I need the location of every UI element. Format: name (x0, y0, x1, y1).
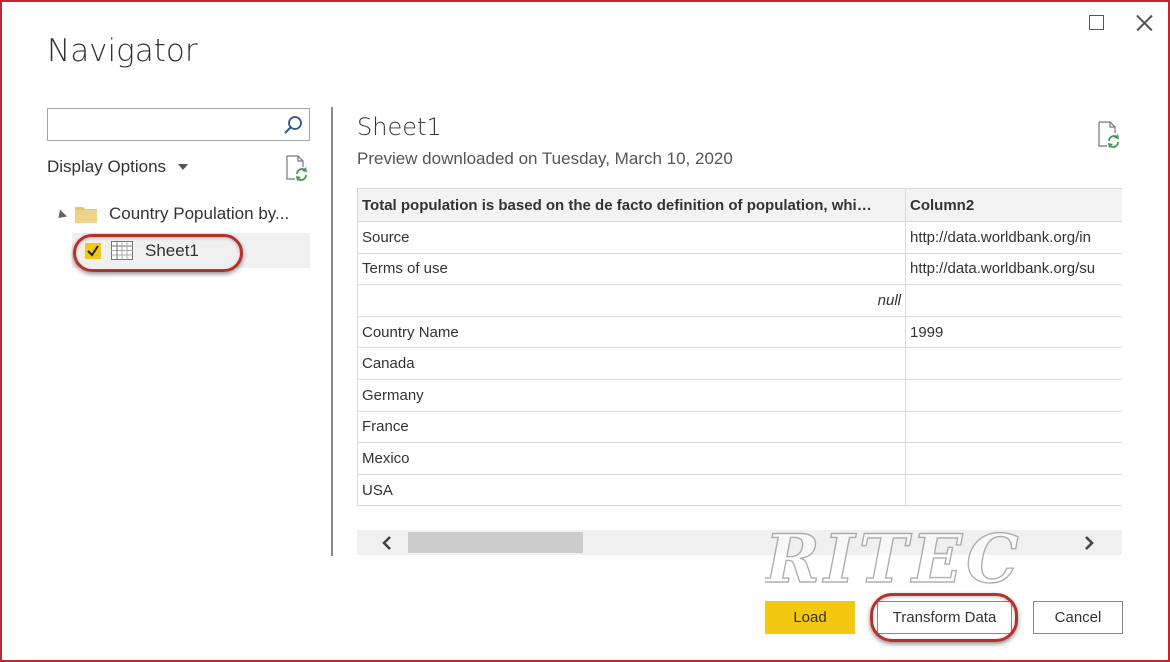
refresh-icon[interactable] (1096, 121, 1120, 148)
column-header[interactable]: Total population is based on the de fact… (357, 188, 906, 222)
scrollbar-thumb[interactable] (408, 532, 583, 553)
display-options-label: Display Options (47, 157, 167, 176)
expand-triangle-icon[interactable] (54, 208, 68, 222)
table-header-row: Total population is based on the de fact… (357, 188, 1122, 222)
table-cell: Terms of use (357, 252, 906, 286)
folder-icon (75, 207, 97, 223)
table-cell: Country Name (357, 315, 906, 349)
table-cell: Source (357, 221, 906, 254)
table-cell: Canada (357, 347, 906, 380)
sheet1-checkbox[interactable] (85, 243, 101, 259)
table-row: France (357, 410, 1122, 444)
tree-item-sheet1[interactable]: Sheet1 (72, 233, 310, 268)
table-row: Mexico (357, 442, 1122, 475)
maximize-button[interactable] (1083, 10, 1109, 36)
preview-table: Total population is based on the de fact… (357, 188, 1122, 506)
table-cell: France (357, 410, 906, 444)
search-input[interactable] (48, 109, 278, 140)
table-cell: USA (357, 473, 906, 506)
transform-data-button[interactable]: Transform Data (877, 601, 1012, 634)
table-cell (905, 442, 1122, 475)
folder-label: Country Population by... (109, 204, 290, 223)
chevron-right-icon[interactable] (1081, 535, 1097, 551)
cancel-button[interactable]: Cancel (1033, 601, 1123, 634)
preview-subtitle: Preview downloaded on Tuesday, March 10,… (357, 149, 733, 168)
preview-title: Sheet1 (357, 113, 442, 141)
preview-grid[interactable]: Total population is based on the de fact… (357, 188, 1122, 506)
table-cell (905, 378, 1122, 412)
table-row: USA (357, 473, 1122, 506)
table-row: Terms of use http://data.worldbank.org/s… (357, 252, 1122, 286)
table-cell (905, 410, 1122, 444)
table-icon (111, 241, 133, 260)
table-row: Country Name 1999 (357, 315, 1122, 349)
display-options-dropdown[interactable]: Display Options (47, 157, 189, 177)
close-button[interactable] (1131, 10, 1157, 36)
table-row: Canada (357, 347, 1122, 380)
maximize-icon (1089, 15, 1104, 30)
table-cell: http://data.worldbank.org/in (905, 221, 1122, 254)
table-cell: http://data.worldbank.org/su (905, 252, 1122, 286)
refresh-icon[interactable] (284, 155, 308, 181)
sheet1-label: Sheet1 (145, 241, 199, 260)
table-cell: Germany (357, 378, 906, 412)
search-box[interactable] (47, 108, 310, 141)
table-row: Germany (357, 378, 1122, 412)
table-cell-null: null (357, 284, 906, 317)
checkmark-icon (87, 245, 99, 257)
pane-splitter[interactable] (331, 107, 333, 556)
chevron-down-icon (178, 164, 189, 170)
table-row: Source http://data.worldbank.org/in (357, 221, 1122, 254)
tree-folder-item[interactable]: Country Population by... (54, 201, 290, 227)
search-icon[interactable] (283, 115, 303, 135)
table-cell (905, 473, 1122, 506)
horizontal-scrollbar[interactable] (357, 530, 1122, 555)
load-button[interactable]: Load (765, 601, 855, 634)
table-cell: Mexico (357, 442, 906, 475)
table-row: null (357, 284, 1122, 317)
dialog-title: Navigator (47, 33, 198, 69)
table-cell (905, 347, 1122, 380)
table-cell: 1999 (905, 315, 1122, 349)
chevron-left-icon[interactable] (379, 535, 395, 551)
table-cell (905, 284, 1122, 317)
column-header[interactable]: Column2 (905, 188, 1122, 222)
